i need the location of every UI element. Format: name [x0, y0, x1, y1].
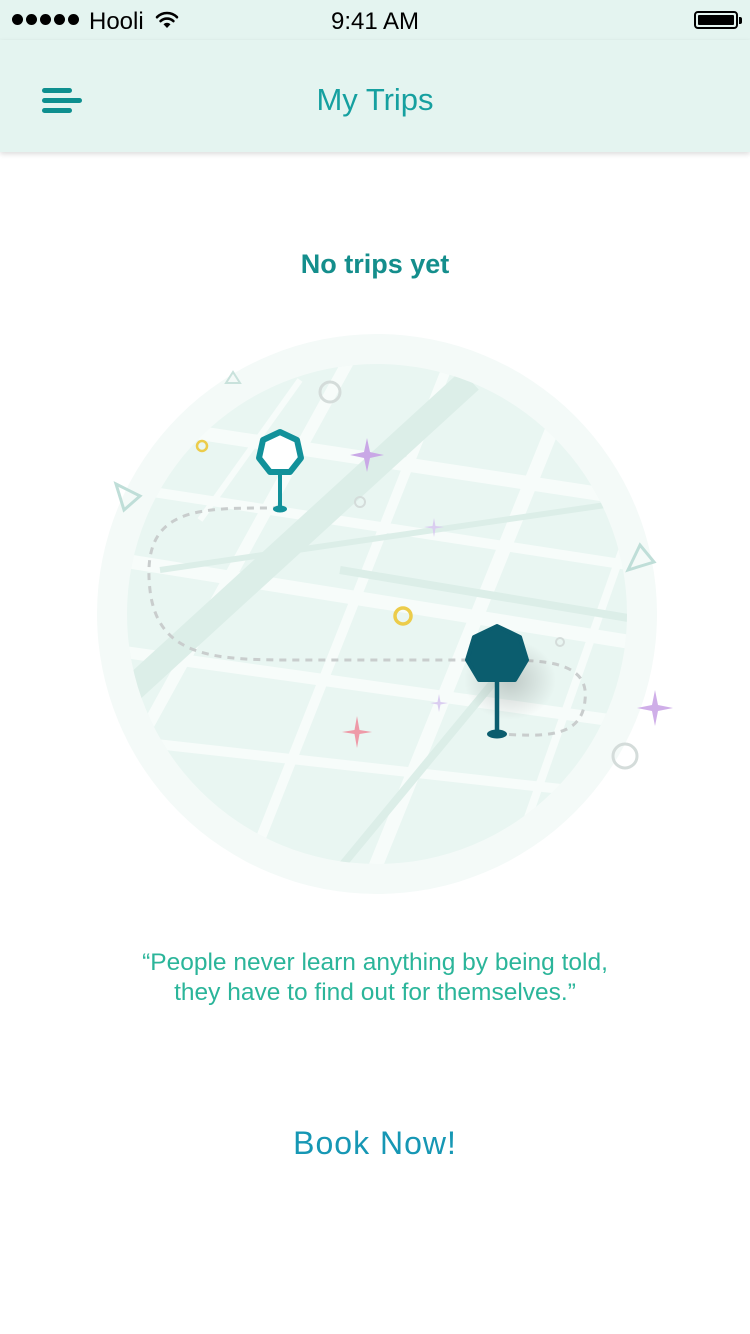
navigation-bar: My Trips [0, 40, 750, 152]
quote-text: “People never learn anything by being to… [142, 949, 608, 1006]
book-now-button[interactable]: Book Now! [225, 1120, 525, 1166]
my-trips-screen: Hooli 9:41 AM My Trips No trips yet “Peo… [0, 0, 750, 1334]
page-title: My Trips [316, 82, 434, 117]
status-time: 9:41 AM [330, 8, 420, 35]
map-illustration [97, 334, 673, 894]
status-bar: Hooli 9:41 AM [0, 0, 750, 40]
empty-state-title: No trips yet [300, 249, 450, 279]
battery-icon [694, 11, 742, 29]
